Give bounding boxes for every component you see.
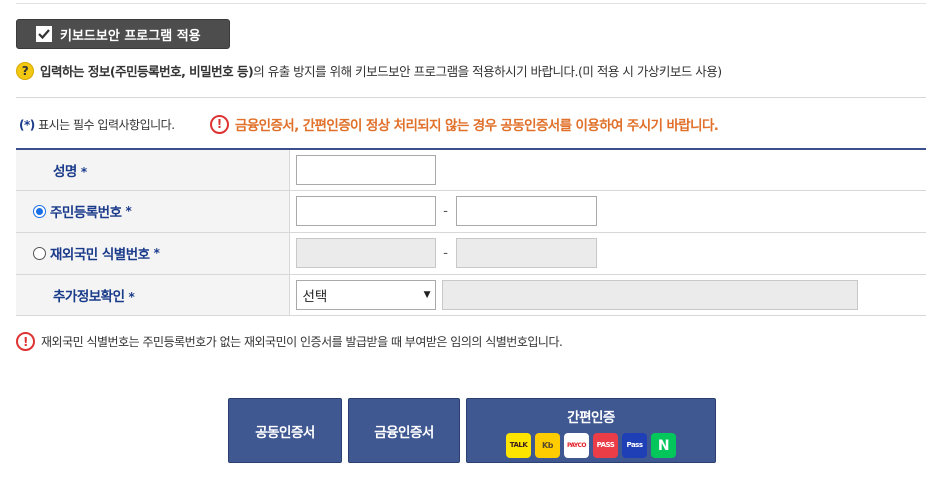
rrn-radio[interactable] — [33, 204, 46, 218]
keyboard-security-notice: ? 입력하는 정보(주민등록번호, 비밀번호 등) 의 유출 방지를 위해 키보… — [16, 61, 722, 80]
foreign-id-note: ! 재외국민 식별번호는 주민등록번호가 없는 재외국민이 인증서를 발급받을 … — [16, 332, 563, 351]
required-note-star: (*) — [19, 118, 35, 132]
extra-info-input[interactable] — [441, 279, 858, 310]
extra-info-value-cell: 선택 ▼ — [289, 274, 926, 316]
foreign-id-radio[interactable] — [33, 246, 46, 260]
joint-certificate-label: 공동인증서 — [255, 424, 315, 441]
foreign-id-label-cell: 재외국민 식별번호 * — [16, 232, 290, 275]
keyboard-security-toggle[interactable]: 키보드보안 프로그램 적용 — [16, 19, 230, 49]
extra-info-label: 추가정보확인 — [53, 288, 125, 305]
foreign-id-row: 재외국민 식별번호 * - — [16, 232, 926, 275]
rrn-row: 주민등록번호 * - — [16, 190, 926, 233]
kakaotalk-icon: TALK — [506, 433, 531, 458]
foreign-id-label[interactable]: 재외국민 식별번호 — [50, 243, 150, 263]
foreign-id-back-input[interactable] — [455, 238, 597, 268]
financial-certificate-button[interactable]: 금융인증서 — [348, 398, 460, 463]
required-note: (*) 표시는 필수 입력사항입니다. — [19, 116, 175, 133]
extra-info-select-value: 선택 — [302, 288, 328, 305]
rrn-label-cell: 주민등록번호 * — [16, 190, 290, 233]
rrn-back-input[interactable] — [455, 196, 597, 226]
notice-bold-text: 입력하는 정보(주민등록번호, 비밀번호 등) — [40, 64, 254, 79]
required-note-text: 표시는 필수 입력사항입니다. — [38, 118, 175, 132]
name-label-cell: 성명 * — [16, 149, 290, 191]
kb-icon: Kb — [535, 433, 560, 458]
rrn-front-input[interactable] — [295, 196, 436, 226]
required-star: * — [125, 204, 132, 218]
top-divider — [16, 3, 926, 4]
simple-auth-icons: TALK Kb PAYCO PASS Pass N — [506, 433, 676, 458]
certificate-warning: ! 금융인증서, 간편인증이 정상 처리되지 않는 경우 공동인증서를 이용하여… — [210, 114, 719, 134]
naver-icon: N — [651, 433, 676, 458]
section-divider — [16, 97, 926, 98]
foreign-id-dash: - — [443, 245, 448, 261]
rrn-dash: - — [443, 203, 448, 219]
simple-auth-label: 간편인증 — [567, 410, 615, 426]
exclamation-icon: ! — [16, 332, 35, 351]
name-input[interactable] — [295, 154, 436, 185]
extra-info-label-cell: 추가정보확인 * — [16, 274, 290, 316]
identity-form: 성명 * 주민등록번호 * - 재외국민 식별번호 * - 추가정보확인 * 선… — [16, 148, 926, 316]
simple-auth-button[interactable]: 간편인증 TALK Kb PAYCO PASS Pass N — [466, 398, 716, 463]
name-label: 성명 — [53, 163, 77, 180]
notice-text: 의 유출 방지를 위해 키보드보안 프로그램을 적용하시기 바랍니다.(미 적용… — [253, 64, 722, 79]
rrn-value-cell: - — [289, 190, 926, 233]
payco-icon: PAYCO — [564, 433, 589, 458]
samsung-pass-icon: Pass — [622, 433, 647, 458]
dropdown-arrow-icon: ▼ — [423, 289, 431, 300]
extra-info-row: 추가정보확인 * 선택 ▼ — [16, 274, 926, 316]
foreign-id-note-text: 재외국민 식별번호는 주민등록번호가 없는 재외국민이 인증서를 발급받을 때 … — [41, 335, 563, 349]
joint-certificate-button[interactable]: 공동인증서 — [228, 398, 342, 463]
auth-buttons: 공동인증서 금융인증서 간편인증 TALK Kb PAYCO PASS Pass… — [228, 398, 716, 463]
rrn-label[interactable]: 주민등록번호 — [50, 201, 122, 221]
pass-icon: PASS — [593, 433, 618, 458]
keyboard-security-label: 키보드보안 프로그램 적용 — [60, 28, 201, 44]
name-value-cell — [289, 149, 926, 191]
financial-certificate-label: 금융인증서 — [374, 424, 434, 441]
name-row: 성명 * — [16, 149, 926, 191]
required-star: * — [128, 289, 135, 304]
required-star: * — [153, 246, 160, 260]
warning-text: 금융인증서, 간편인증이 정상 처리되지 않는 경우 공동인증서를 이용하여 주… — [235, 118, 719, 134]
checkbox-checked-icon[interactable] — [36, 26, 52, 42]
question-icon: ? — [16, 61, 34, 80]
foreign-id-front-input[interactable] — [295, 238, 436, 268]
extra-info-select[interactable]: 선택 ▼ — [295, 279, 436, 310]
required-star: * — [80, 164, 87, 179]
exclamation-icon: ! — [210, 114, 229, 134]
foreign-id-value-cell: - — [289, 232, 926, 275]
